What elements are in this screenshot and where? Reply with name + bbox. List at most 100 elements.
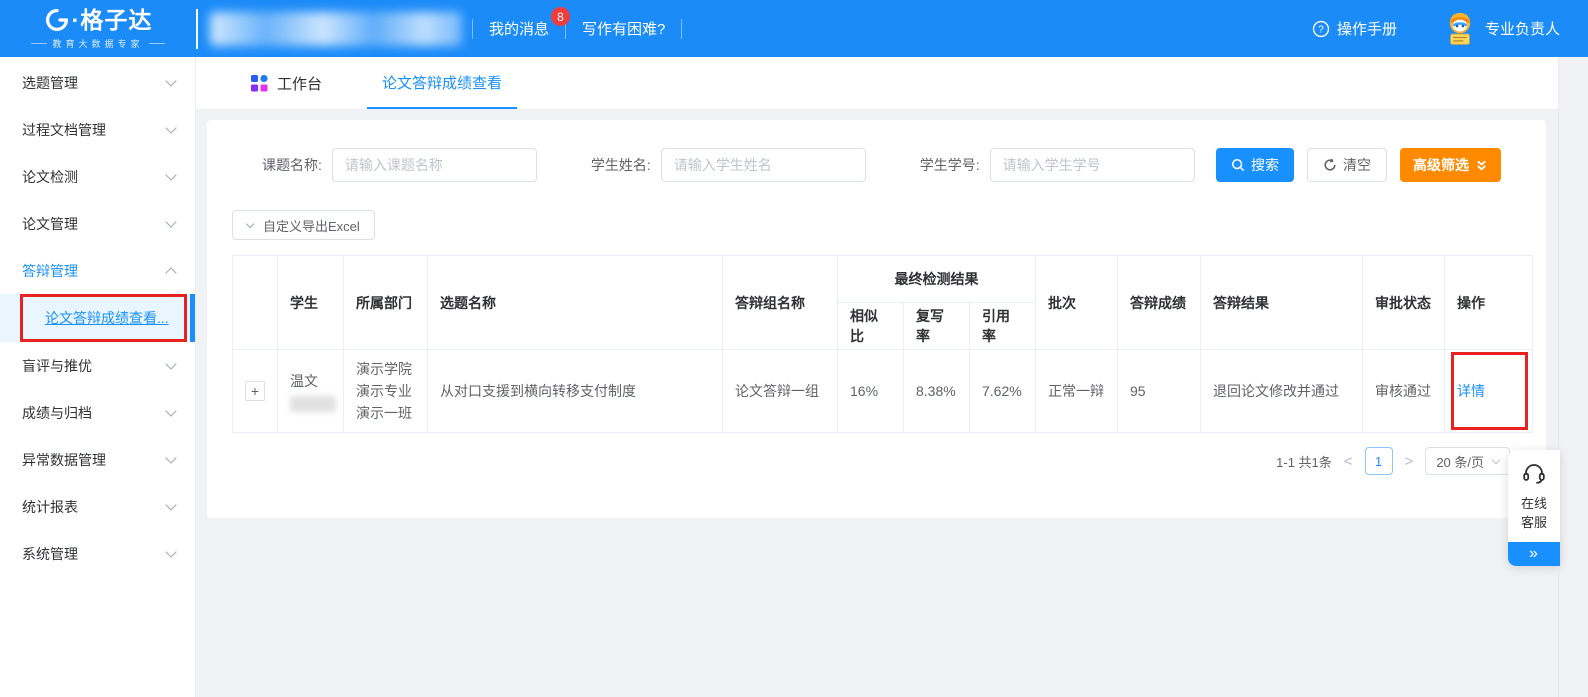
sidebar-item-label: 选题管理: [22, 73, 167, 93]
pagination-total: 1-1 共1条: [1276, 452, 1332, 471]
brand-tagline: 教育大数据专家: [26, 37, 169, 50]
brand-name: 格子达: [80, 9, 152, 32]
cell-approval-status: 审核通过: [1363, 350, 1445, 433]
tab-workbench[interactable]: 工作台: [236, 57, 337, 109]
cell-copy-rate: 8.38%: [904, 350, 970, 433]
cell-operation: 详情: [1445, 350, 1533, 433]
scrollbar-track[interactable]: [1558, 57, 1588, 697]
app-body: 选题管理 过程文档管理 论文检测 论文管理 答辩管理 论文答辩成绩查看... 盲…: [0, 57, 1588, 697]
refresh-icon: [1323, 158, 1337, 172]
my-messages-label: 我的消息: [489, 21, 549, 38]
col-topic: 选题名称: [428, 256, 723, 350]
col-operation: 操作: [1445, 256, 1533, 350]
sidebar-item-label: 答辩管理: [22, 261, 167, 281]
brand-dot: ·: [72, 9, 81, 32]
cell-batch: 正常一辩: [1036, 350, 1118, 433]
service-label-line1: 在线: [1508, 494, 1560, 513]
brand-row: ·格子达: [44, 7, 153, 33]
col-final-check-result: 最终检测结果: [838, 256, 1036, 303]
student-name-input[interactable]: [661, 148, 866, 182]
cell-similarity: 16%: [838, 350, 904, 433]
advanced-filter-button[interactable]: 高级筛选: [1400, 148, 1501, 182]
search-button-label: 搜索: [1251, 155, 1279, 175]
sidebar-item-statistics-report[interactable]: 统计报表: [0, 483, 195, 530]
search-icon: [1231, 158, 1245, 172]
mascot-avatar-icon: [1443, 11, 1477, 47]
topic-name-label: 课题名称:: [262, 155, 322, 175]
tab-label: 工作台: [277, 73, 322, 94]
sidebar-item-blind-review[interactable]: 盲评与推优: [0, 342, 195, 389]
clear-button[interactable]: 清空: [1307, 148, 1387, 182]
topic-name-input[interactable]: [332, 148, 537, 182]
col-similarity: 相似比: [838, 303, 904, 350]
customer-service-widget[interactable]: 在线 客服 »: [1508, 450, 1560, 566]
account-label: 专业负责人: [1485, 18, 1560, 39]
collapse-widget-button[interactable]: »: [1508, 542, 1560, 566]
double-chevron-down-icon: [1475, 159, 1488, 172]
app-logo[interactable]: ·格子达 教育大数据专家: [0, 7, 196, 50]
page-size-value: 20 条/页: [1436, 452, 1484, 471]
sidebar-item-defense-score-view[interactable]: 论文答辩成绩查看...: [0, 294, 195, 342]
content-card: 课题名称: 学生姓名: 学生学号:: [207, 120, 1546, 518]
col-student: 学生: [278, 256, 344, 350]
sidebar-item-system-management[interactable]: 系统管理: [0, 530, 195, 577]
toolbar: 自定义导出Excel: [232, 210, 1546, 240]
results-table: 学生 所属部门 选题名称 答辩组名称 最终检测结果 批次 答辩成绩 答辩结果 审…: [232, 255, 1533, 433]
active-indicator-bar: [190, 294, 195, 342]
tab-defense-score-view[interactable]: 论文答辩成绩查看: [367, 57, 517, 109]
my-messages-link[interactable]: 我的消息 8: [473, 18, 565, 39]
sidebar-item-label: 系统管理: [22, 544, 167, 564]
main-area: 工作台 论文答辩成绩查看 课题名称: 学生姓名:: [196, 57, 1588, 697]
headset-icon: [1522, 462, 1546, 484]
col-copy-rate: 复写率: [904, 303, 970, 350]
search-button[interactable]: 搜索: [1216, 148, 1294, 182]
cell-defense-group: 论文答辩一组: [723, 350, 838, 433]
account-menu[interactable]: 专业负责人: [1443, 11, 1560, 47]
page-size-select[interactable]: 20 条/页: [1425, 447, 1510, 475]
cell-citation-rate: 7.62%: [970, 350, 1036, 433]
sidebar-item-label: 过程文档管理: [22, 120, 167, 140]
filter-student-id: 学生学号:: [920, 148, 1195, 182]
next-page-button[interactable]: >: [1403, 453, 1416, 470]
col-approval-status: 审批状态: [1363, 256, 1445, 350]
prev-page-button[interactable]: <: [1342, 453, 1355, 470]
student-id-input[interactable]: [990, 148, 1195, 182]
col-citation-rate: 引用率: [970, 303, 1036, 350]
writing-help-link[interactable]: 写作有困难?: [566, 18, 681, 39]
app-header: ·格子达 教育大数据专家 我的消息 8 写作有困难? ? 操作手册: [0, 0, 1588, 57]
export-excel-button[interactable]: 自定义导出Excel: [232, 210, 375, 240]
table-row: + 温文 演示学院 演示专业 演示一班 从对口支援到横向转移: [233, 350, 1533, 433]
chevron-down-icon: [165, 358, 176, 369]
question-circle-icon: ?: [1312, 20, 1330, 38]
student-id-label: 学生学号:: [920, 155, 980, 175]
manual-button[interactable]: ? 操作手册: [1312, 18, 1397, 39]
sidebar-item-process-docs[interactable]: 过程文档管理: [0, 106, 195, 153]
chevron-up-icon: [165, 267, 176, 278]
sidebar-item-paper-management[interactable]: 论文管理: [0, 200, 195, 247]
detail-link[interactable]: 详情: [1457, 383, 1485, 399]
chevron-down-icon: [165, 546, 176, 557]
sidebar-item-defense-management[interactable]: 答辩管理: [0, 247, 195, 294]
sidebar-item-abnormal-data[interactable]: 异常数据管理: [0, 436, 195, 483]
chevron-down-icon: [1492, 456, 1500, 464]
grid-icon: [251, 75, 268, 92]
expand-row-button[interactable]: +: [245, 381, 265, 401]
pagination: 1-1 共1条 < 1 > 20 条/页: [207, 447, 1510, 475]
cell-department: 演示学院 演示专业 演示一班: [344, 350, 428, 433]
sidebar-item-paper-check[interactable]: 论文检测: [0, 153, 195, 200]
filter-student-name: 学生姓名:: [591, 148, 866, 182]
col-department: 所属部门: [344, 256, 428, 350]
tab-label: 论文答辩成绩查看: [382, 72, 502, 93]
sidebar-item-label: 论文管理: [22, 214, 167, 234]
advanced-filter-label: 高级筛选: [1413, 155, 1469, 175]
sidebar-item-topic-management[interactable]: 选题管理: [0, 59, 195, 106]
sidebar-item-label: 统计报表: [22, 497, 167, 517]
clear-button-label: 清空: [1343, 155, 1371, 175]
svg-text:?: ?: [1318, 24, 1324, 35]
sidebar-subitem-label: 论文答辩成绩查看...: [45, 308, 169, 328]
sidebar-item-scores-archive[interactable]: 成绩与归档: [0, 389, 195, 436]
school-name-blurred: [210, 12, 462, 46]
chevron-down-icon: [165, 216, 176, 227]
chevron-down-icon: [165, 169, 176, 180]
page-number-button[interactable]: 1: [1365, 447, 1393, 475]
